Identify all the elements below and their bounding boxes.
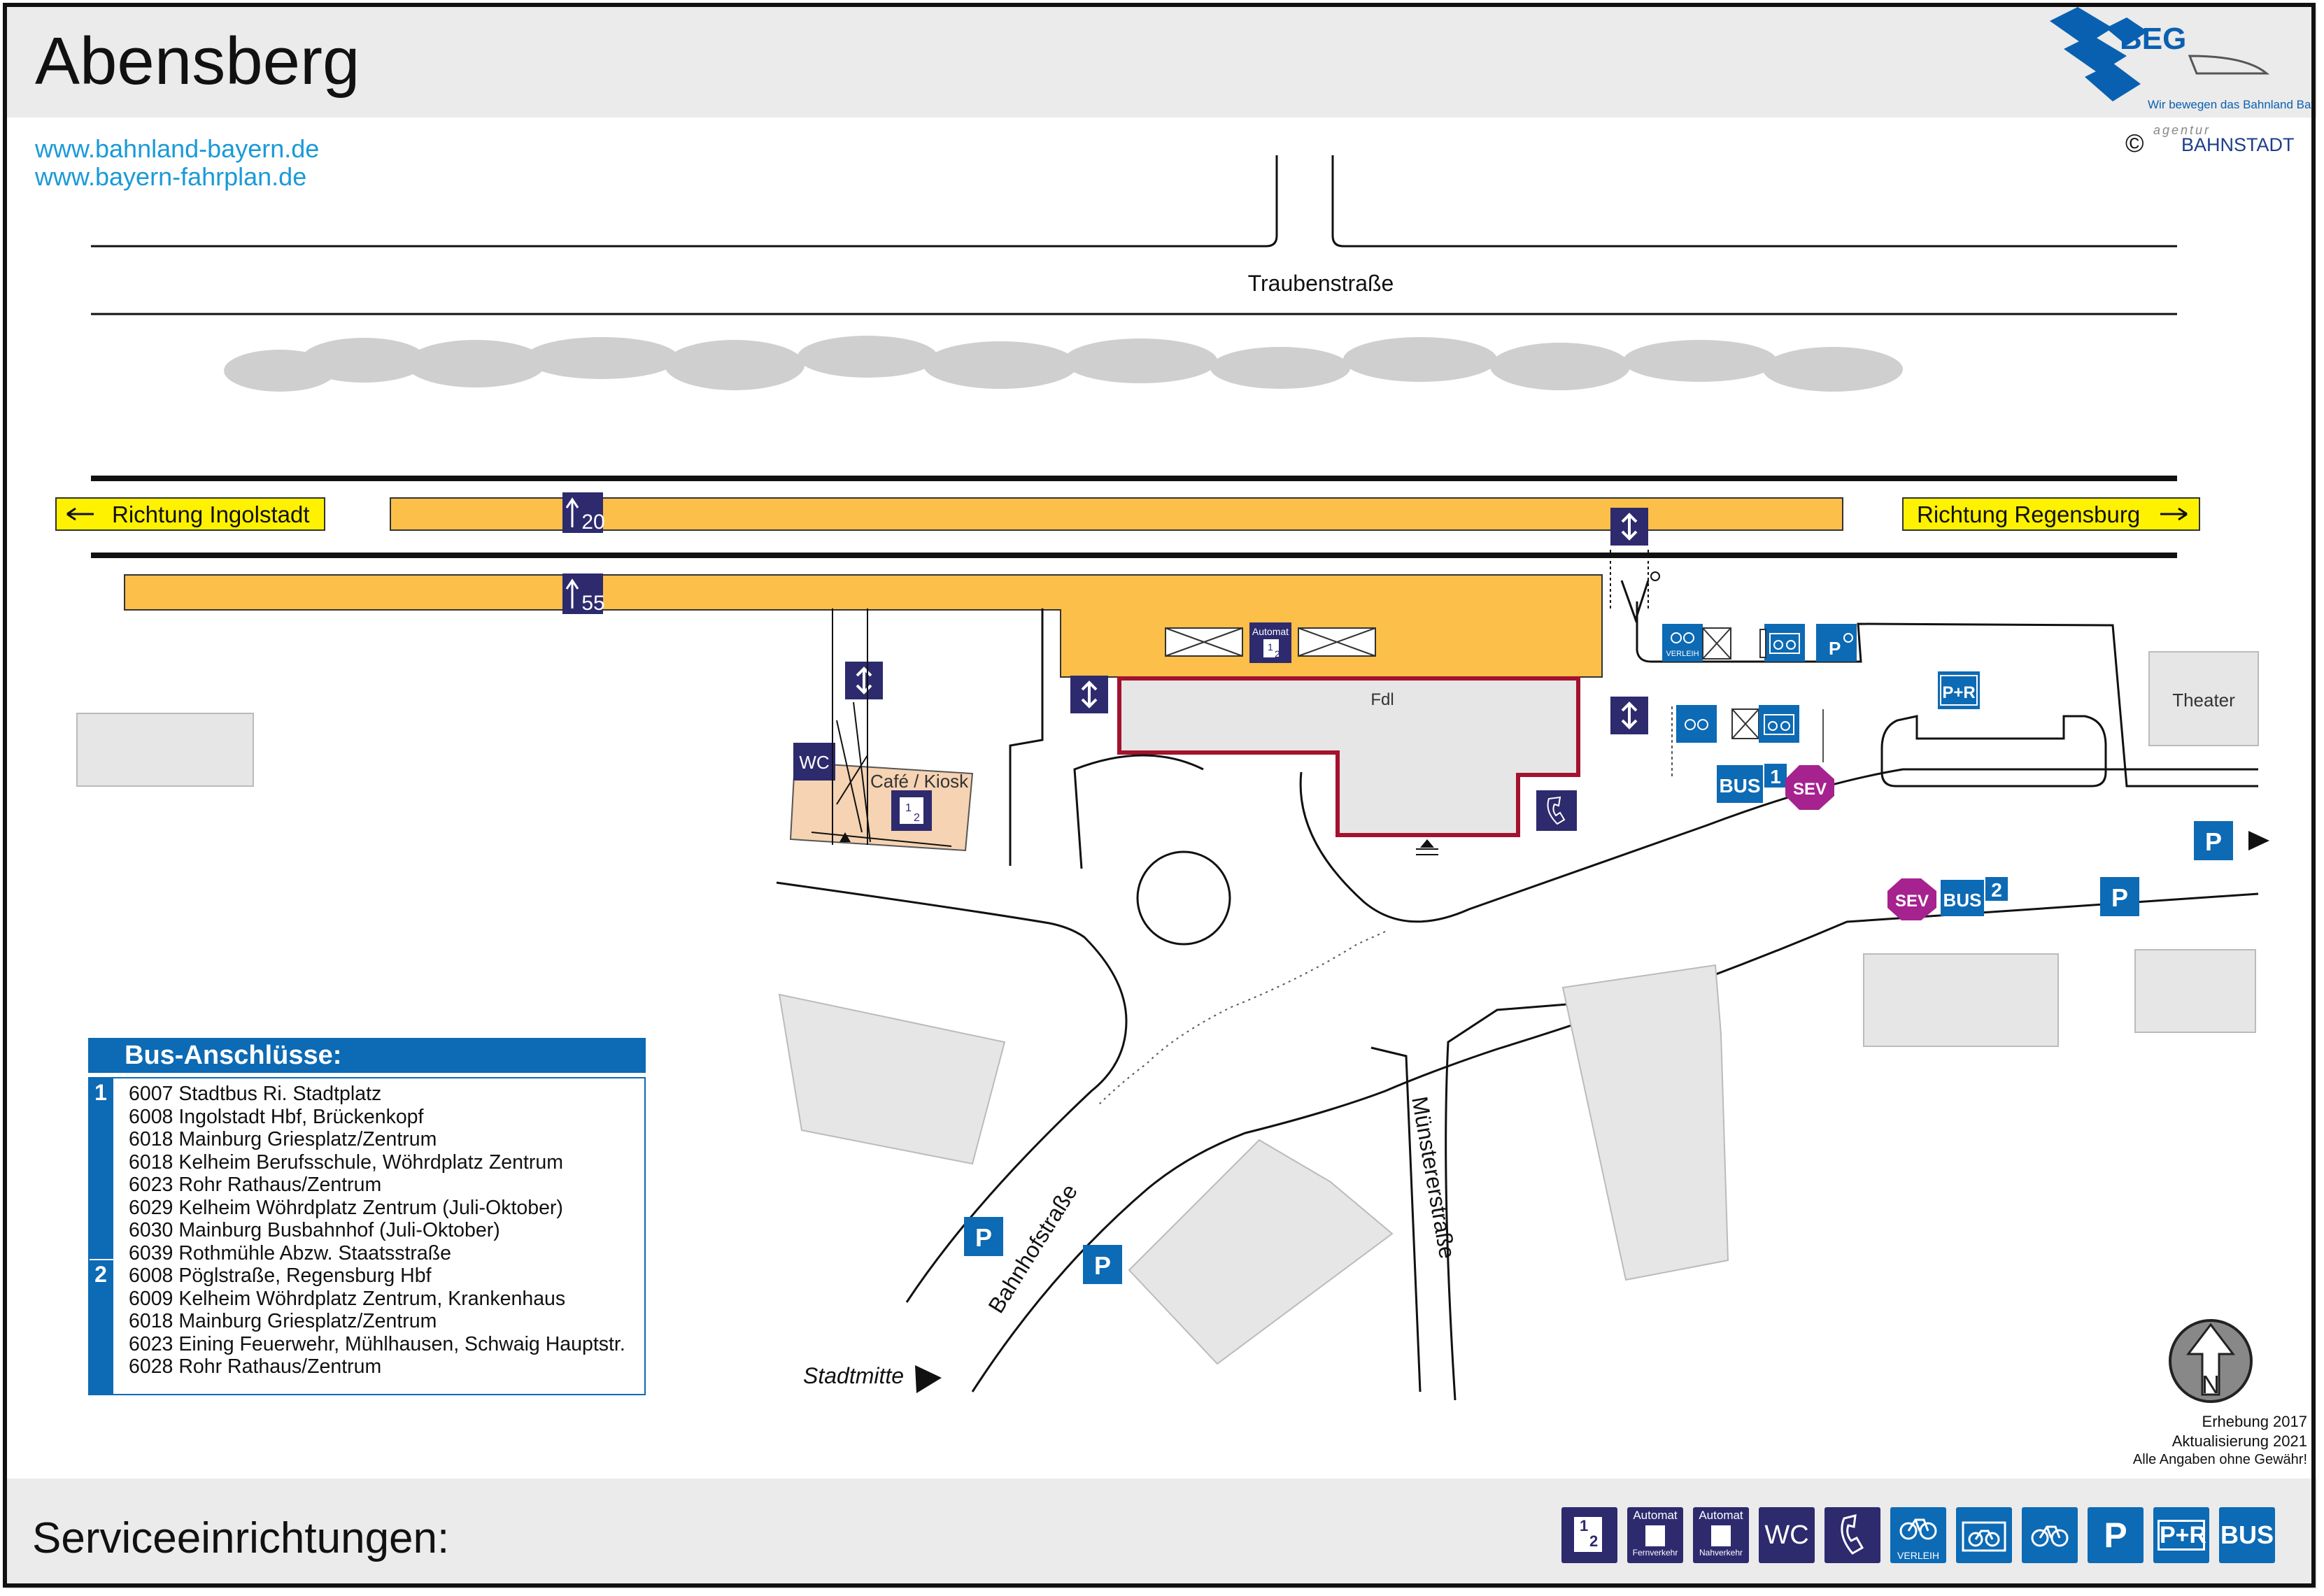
- station-map-page: Abensberg BEG Wir bewegen das Bahnland B…: [0, 0, 2324, 1596]
- page-frame: [3, 3, 2316, 1588]
